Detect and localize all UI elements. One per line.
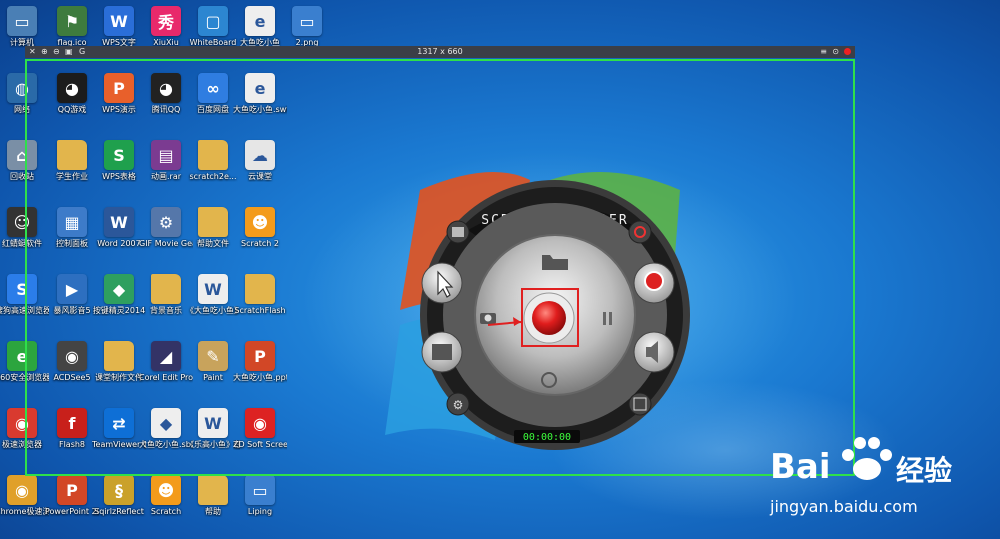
info-icon[interactable]: ⊙ (832, 47, 839, 56)
capture-toolbar: ✕ ⊕ ⊖ ▣ G 1317 x 660 ≡ ⊙ (25, 46, 855, 58)
desktop-icon[interactable]: W WPS文字 (92, 6, 146, 48)
minimize-button[interactable] (628, 392, 652, 416)
gear-icon: ⚙ (453, 398, 464, 412)
swf-file-icon: e (245, 6, 275, 36)
image-icon: ▭ (245, 475, 275, 505)
power-button[interactable] (628, 220, 652, 244)
paw-icon (842, 437, 892, 480)
webcam-icon (644, 271, 664, 291)
desktop-icon[interactable]: ▭ Liping (233, 475, 287, 517)
desktop-icon-label: Liping (247, 507, 273, 516)
desktop-icon[interactable]: ☻ Scratch (139, 475, 193, 517)
whiteboard-icon: ▢ (198, 6, 228, 36)
desktop-icon[interactable]: ◉ Chrome极速浏览器 (0, 475, 49, 517)
pause-icon[interactable] (603, 312, 606, 325)
record-button[interactable] (532, 301, 566, 335)
desktop-icon[interactable]: § SqirlzReflect (92, 475, 146, 517)
desktop-icon-label: Chrome极速浏览器 (0, 507, 49, 516)
chrome-icon: ◉ (7, 475, 37, 505)
desktop-icon-label: Scratch (150, 507, 182, 516)
screen-recorder-widget: SCREEN RECORDER ⚙ 00:00:00 (420, 180, 690, 450)
desktop-icon-label: 帮助 (205, 507, 221, 516)
powerpoint-icon: P (57, 475, 87, 505)
desktop-icon[interactable]: ▭ 计算机 (0, 6, 49, 48)
film-icon (432, 344, 452, 360)
menu-icon[interactable]: ≡ (820, 47, 827, 56)
desktop-icon[interactable]: ▭ 2.png (280, 6, 334, 48)
image-icon: ▭ (292, 6, 322, 36)
folder-icon (198, 475, 228, 505)
computer-icon: ▭ (7, 6, 37, 36)
frame-size-label: 1317 x 660 (417, 47, 463, 56)
baidu-watermark: Bai 经验 jingyan.baidu.com (760, 435, 1000, 535)
flag-icon: ⚑ (57, 6, 87, 36)
desktop-icon-label: PowerPoint 2007 (45, 507, 99, 516)
film-strip-icon (452, 227, 464, 237)
baidu-brand-left: Bai (770, 447, 831, 487)
sqirlz-icon: § (104, 475, 134, 505)
desktop-icon[interactable]: 帮助 (186, 475, 240, 517)
scratch-icon: ☻ (151, 475, 181, 505)
xiuxiu-icon: 秀 (151, 6, 181, 36)
desktop-icon[interactable]: 秀 XiuXiu (139, 6, 193, 48)
desktop-icon-label: SqirlzReflect (94, 507, 144, 516)
baidu-brand-right: 经验 (896, 454, 953, 487)
timer-text: 00:00:00 (523, 432, 571, 443)
desktop-icon[interactable]: P PowerPoint 2007 (45, 475, 99, 517)
wps-writer-icon: W (104, 6, 134, 36)
desktop-icon[interactable]: ⚑ flag.ico (45, 6, 99, 48)
record-indicator-icon (844, 48, 851, 55)
desktop-icon[interactable]: e 大鱼吃小鱼 (233, 6, 287, 48)
baidu-url: jingyan.baidu.com (770, 497, 918, 516)
desktop-icon[interactable]: ▢ WhiteBoard (186, 6, 240, 48)
